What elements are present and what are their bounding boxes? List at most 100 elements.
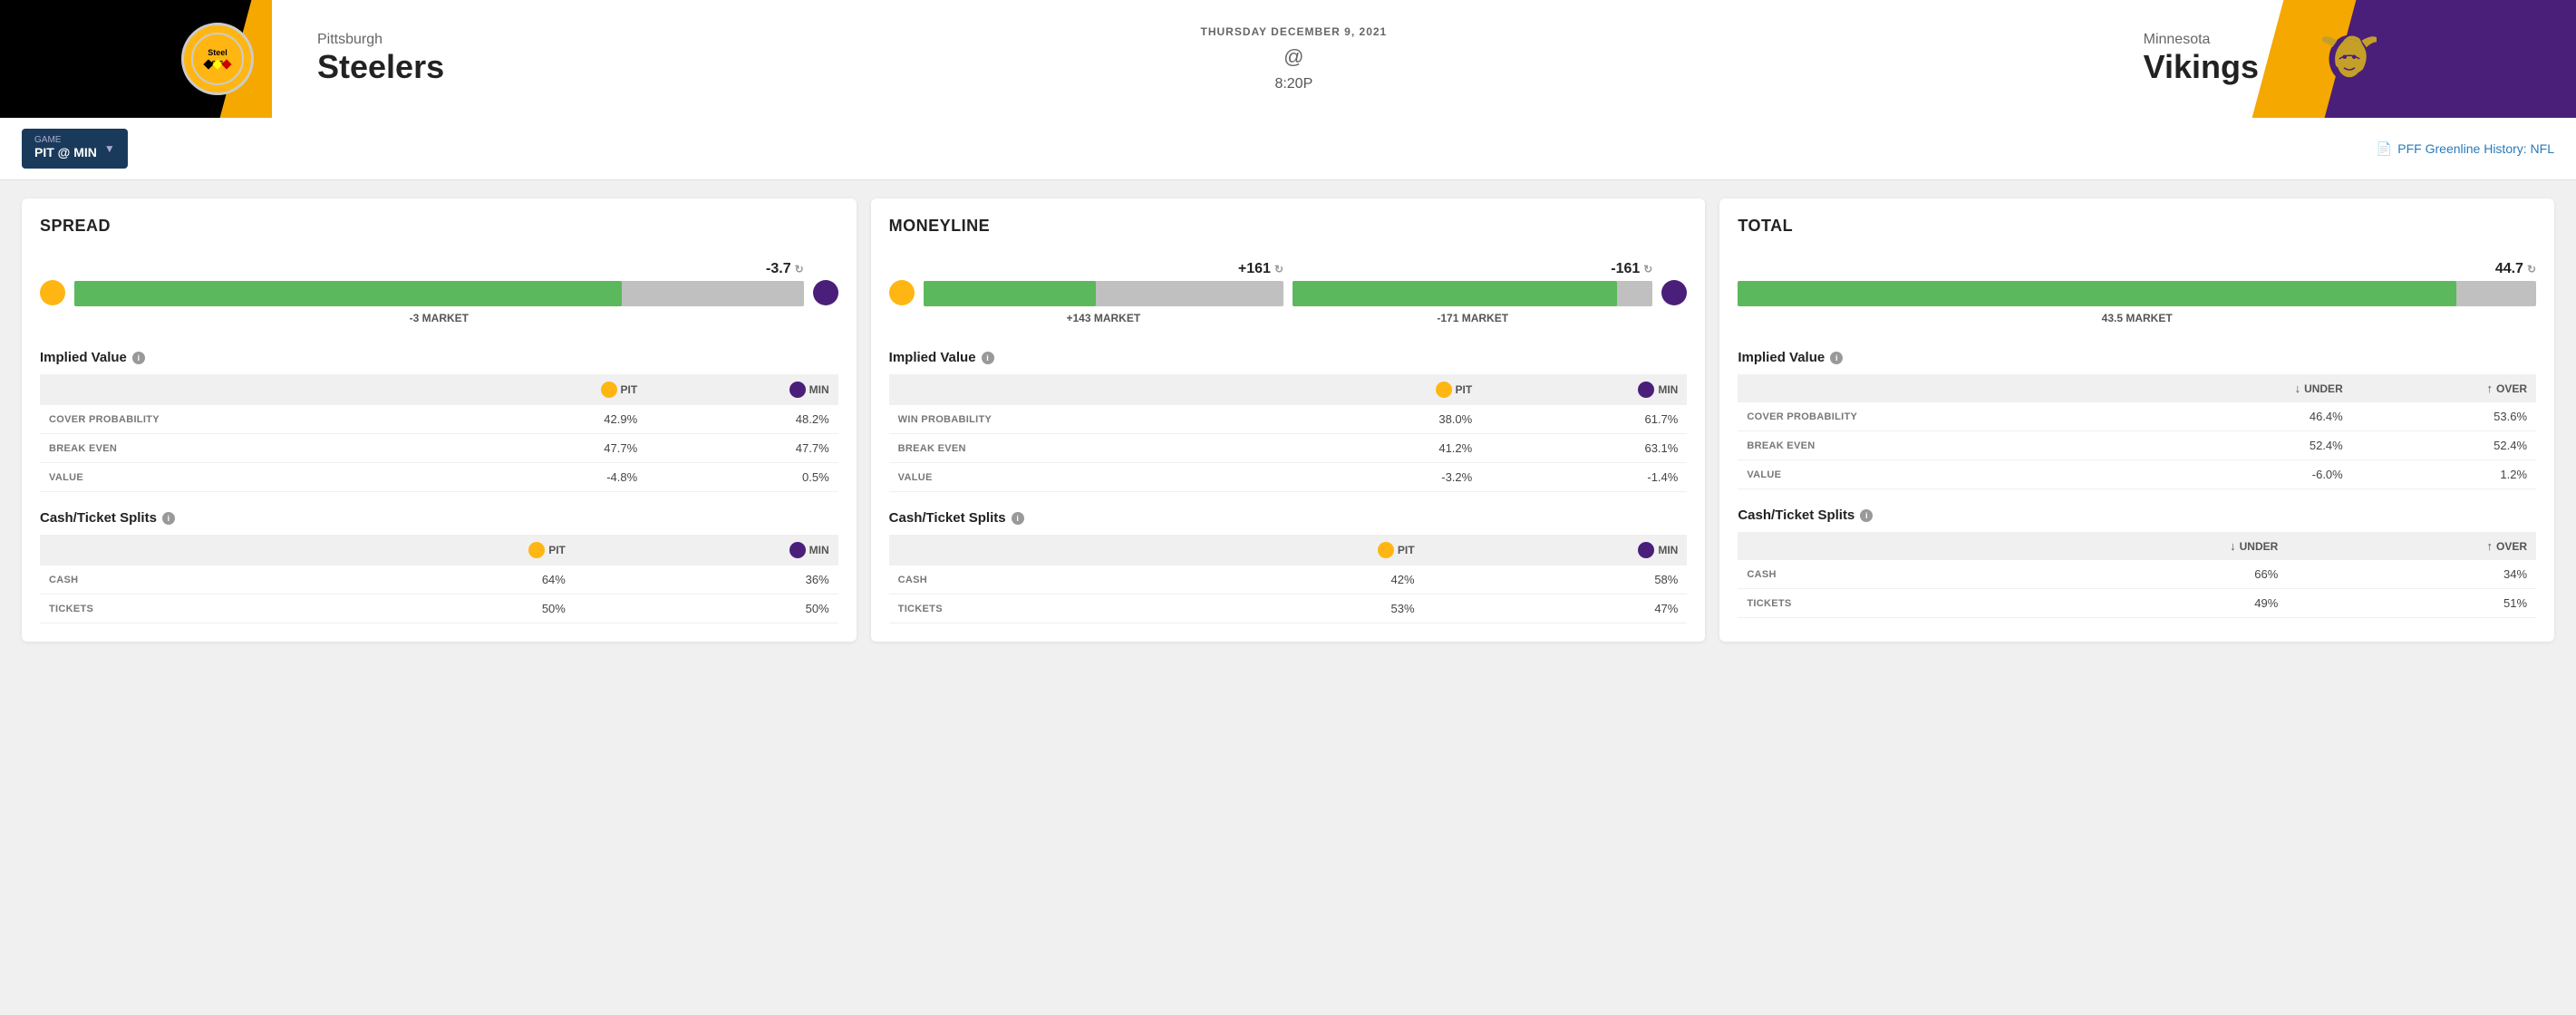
game-selector-value: PIT @ MIN [34, 145, 97, 160]
row-label: CASH [1738, 560, 2004, 589]
spread-cash-col-min: MIN [575, 535, 838, 566]
ml-cash-col-label [889, 535, 1174, 566]
total-implied-info-icon[interactable]: i [1830, 352, 1843, 364]
under-icon: ↓ [2295, 382, 2301, 395]
spread-bar-container: -3.7 ↻ -3 MARKET [74, 261, 804, 324]
row-label: COVER PROBABILITY [40, 405, 465, 434]
refresh-icon-total: ↻ [2527, 263, 2536, 276]
total-implied-body: COVER PROBABILITY 46.4% 53.6% BREAK EVEN… [1738, 402, 2536, 489]
pit-icon-small [601, 382, 617, 398]
pff-greenline-link[interactable]: 📄 PFF Greenline History: NFL [2377, 141, 2554, 157]
moneyline-cash-body: CASH 42% 58% TICKETS 53% 47% [889, 566, 1688, 624]
moneyline-pit-bar-track [924, 281, 1283, 306]
row-label: WIN PROBABILITY [889, 405, 1286, 434]
away-team-name-label: Steelers [317, 48, 444, 86]
ml-cash-col-pit: PIT [1174, 535, 1424, 566]
row-min: 50% [575, 594, 838, 624]
spread-cash-col-label [40, 535, 324, 566]
row-pit: 42.9% [465, 405, 646, 434]
game-selector-button[interactable]: GAME PIT @ MIN ▼ [22, 129, 128, 169]
pit-icon-ml2 [1378, 542, 1394, 558]
game-details: THURSDAY DECEMBER 9, 2021 @ 8:20P [1200, 25, 1387, 92]
moneyline-cash-info-icon[interactable]: i [1012, 512, 1024, 525]
row-over: 51% [2287, 589, 2536, 618]
row-over: 52.4% [2352, 431, 2536, 460]
table-row: WIN PROBABILITY 38.0% 61.7% [889, 405, 1688, 434]
spread-implied-col-pit: PIT [465, 374, 646, 405]
game-center-info: THURSDAY DECEMBER 9, 2021 @ 8:20P [489, 0, 2098, 118]
spread-implied-info-icon[interactable]: i [132, 352, 145, 364]
moneyline-min-bar-section: -161 ↻ -171 MARKET [1293, 261, 1652, 324]
total-implied-header: ↓ UNDER ↑ OVER [1738, 374, 2536, 402]
refresh-icon-ml-min: ↻ [1643, 263, 1652, 276]
moneyline-implied-header: PIT MIN [889, 374, 1688, 405]
row-min: 47% [1424, 594, 1688, 624]
home-team-city: Minnesota [2144, 32, 2211, 48]
table-row: CASH 66% 34% [1738, 560, 2536, 589]
spread-bar-area: -3.7 ↻ -3 MARKET [40, 250, 838, 335]
row-over: 34% [2287, 560, 2536, 589]
spread-market-label: -3 MARKET [74, 312, 804, 324]
spread-min-icon [813, 280, 838, 305]
game-selector-label: GAME [34, 136, 97, 145]
steelers-logo: Steel ers [181, 23, 254, 95]
over-icon: ↑ [2487, 382, 2494, 395]
moneyline-min-bar-fill [1293, 281, 1617, 306]
total-bar-fill [1738, 281, 2456, 306]
total-title: TOTAL [1738, 217, 2536, 236]
spread-cash-body: CASH 64% 36% TICKETS 50% 50% [40, 566, 838, 624]
game-time: 8:20P [1274, 76, 1312, 92]
spread-implied-col-min: MIN [646, 374, 838, 405]
row-pit: -3.2% [1286, 463, 1481, 492]
ml-col-min: MIN [1481, 374, 1687, 405]
row-label: VALUE [889, 463, 1286, 492]
row-min: 58% [1424, 566, 1688, 594]
spread-cash-info-icon[interactable]: i [162, 512, 175, 525]
spread-cash-header: PIT MIN [40, 535, 838, 566]
table-row: CASH 64% 36% [40, 566, 838, 594]
game-header: Steel ers Pittsburgh Steelers THURSDAY D… [0, 0, 2576, 118]
table-row: CASH 42% 58% [889, 566, 1688, 594]
table-row: BREAK EVEN 47.7% 47.7% [40, 434, 838, 463]
moneyline-card: MONEYLINE +161 ↻ +143 MARKET [871, 198, 1706, 642]
svg-text:Steel: Steel [208, 48, 228, 57]
away-team-city: Pittsburgh [317, 32, 383, 48]
away-team-section: Steel ers [0, 0, 272, 118]
home-team-section [2304, 0, 2576, 118]
away-team-name: Pittsburgh Steelers [272, 0, 489, 118]
row-label: TICKETS [1738, 589, 2004, 618]
total-cash-col-under: ↓ UNDER [2005, 532, 2288, 560]
total-implied-table: ↓ UNDER ↑ OVER COVER PROBABILITY 4 [1738, 374, 2536, 489]
ml-col-label [889, 374, 1286, 405]
spread-cash-title: Cash/Ticket Splits i [40, 510, 838, 526]
total-cash-info-icon[interactable]: i [1860, 509, 1873, 522]
pit-icon-small2 [528, 542, 545, 558]
spread-value-label: -3.7 ↻ [766, 261, 804, 277]
row-label: COVER PROBABILITY [1738, 402, 2143, 431]
row-label: TICKETS [40, 594, 324, 624]
moneyline-pit-bar-section: +161 ↻ +143 MARKET [924, 261, 1283, 324]
total-cash-title: Cash/Ticket Splits i [1738, 508, 2536, 523]
total-bar-container: 44.7 ↻ 43.5 MARKET [1738, 261, 2536, 324]
moneyline-pit-icon [889, 280, 915, 305]
table-row: TICKETS 50% 50% [40, 594, 838, 624]
moneyline-implied-info-icon[interactable]: i [982, 352, 994, 364]
row-pit: 64% [324, 566, 575, 594]
moneyline-title: MONEYLINE [889, 217, 1688, 236]
total-cash-header: ↓ UNDER ↑ OVER [1738, 532, 2536, 560]
moneyline-pit-market: +143 MARKET [924, 312, 1283, 324]
moneyline-min-value: -161 ↻ [1611, 261, 1652, 277]
at-symbol: @ [1283, 45, 1303, 69]
row-label: BREAK EVEN [40, 434, 465, 463]
subheader: GAME PIT @ MIN ▼ 📄 PFF Greenline History… [0, 118, 2576, 180]
spread-title: SPREAD [40, 217, 838, 236]
table-row: TICKETS 53% 47% [889, 594, 1688, 624]
game-date: THURSDAY DECEMBER 9, 2021 [1200, 25, 1387, 38]
home-team-name-label: Vikings [2144, 48, 2259, 86]
row-label: TICKETS [889, 594, 1174, 624]
total-value-label: 44.7 ↻ [2495, 261, 2536, 277]
row-label: CASH [889, 566, 1174, 594]
table-row: VALUE -4.8% 0.5% [40, 463, 838, 492]
row-min: 47.7% [646, 434, 838, 463]
moneyline-bar-area: +161 ↻ +143 MARKET -161 ↻ [889, 250, 1688, 335]
